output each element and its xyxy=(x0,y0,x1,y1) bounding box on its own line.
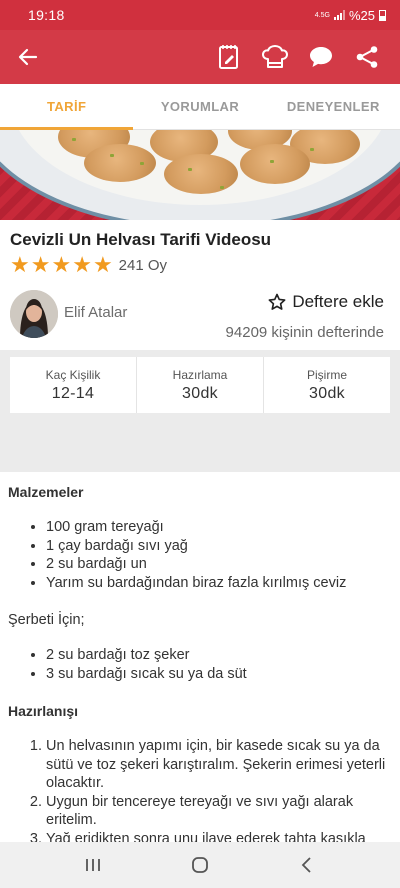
chef-hat-icon[interactable] xyxy=(252,35,298,79)
recipe-title: Cevizli Un Helvası Tarifi Videosu xyxy=(10,230,272,249)
list-item: Yağ eridikten sonra unu ilave ederek tah… xyxy=(46,830,392,843)
meta-value: 12-14 xyxy=(51,384,95,402)
add-to-notebook-label: Deftere ekle xyxy=(292,292,384,311)
add-to-notebook-button[interactable]: Deftere ekle xyxy=(268,292,384,312)
steps-heading: Hazırlanışı xyxy=(8,703,79,719)
meta-cook-time: Pişirme 30dk xyxy=(264,357,390,413)
status-time: 19:18 xyxy=(28,7,65,23)
star-icon: ★ xyxy=(92,252,113,277)
home-icon[interactable] xyxy=(180,845,220,885)
rating[interactable]: ★ ★ ★ ★ ★ 241 Oy xyxy=(10,254,167,276)
meta-label: Pişirme xyxy=(306,367,347,382)
pistachio-sprinkle xyxy=(310,148,314,151)
ingredients-list: 100 gram tereyağı 1 çay bardağı sıvı yağ… xyxy=(8,518,392,592)
tab-deneyenler[interactable]: DENEYENLER xyxy=(267,84,400,129)
star-icon: ★ xyxy=(10,252,30,277)
share-icon[interactable] xyxy=(344,35,390,79)
list-item: 2 su bardağı un xyxy=(46,555,392,574)
star-outline-icon xyxy=(268,293,286,310)
list-item: Uygun bir tencereye tereyağı ve sıvı yağ… xyxy=(46,793,392,830)
back-arrow-icon[interactable] xyxy=(10,39,46,75)
syrup-heading: Şerbeti İçin; xyxy=(8,612,85,628)
pistachio-sprinkle xyxy=(220,186,224,189)
recipe-meta-card: Kaç Kişilik 12-14 Hazırlama 30dk Pişirme… xyxy=(10,357,390,413)
list-item: Yarım su bardağından biraz fazla kırılmı… xyxy=(46,574,392,593)
ingredients-heading: Malzemeler xyxy=(8,484,84,500)
notebook-count: 94209 kişinin defterinde xyxy=(225,324,384,341)
signal-icon xyxy=(333,10,345,20)
recipe-tabs: TARİF YORUMLAR DENEYENLER xyxy=(0,84,400,130)
meta-servings: Kaç Kişilik 12-14 xyxy=(10,357,137,413)
pistachio-sprinkle xyxy=(270,160,274,163)
recipe-info-card: Cevizli Un Helvası Tarifi Videosu ★ ★ ★ … xyxy=(0,220,400,350)
battery-icon xyxy=(379,9,386,21)
chat-bubble-icon[interactable] xyxy=(298,35,344,79)
system-icons: 4.5G %25 xyxy=(315,8,386,23)
app-toolbar xyxy=(0,30,400,84)
meta-prep-time: Hazırlama 30dk xyxy=(137,357,264,413)
halva-piece xyxy=(164,154,238,194)
meta-label: Kaç Kişilik xyxy=(45,367,101,382)
list-item: 1 çay bardağı sıvı yağ xyxy=(46,537,392,556)
list-item: Un helvasının yapımı için, bir kasede sı… xyxy=(46,737,392,793)
meta-value: 30dk xyxy=(182,384,218,402)
recipe-content: Malzemeler 100 gram tereyağı 1 çay barda… xyxy=(0,472,400,842)
pistachio-sprinkle xyxy=(72,138,76,141)
list-item: 2 su bardağı toz şeker xyxy=(46,646,392,665)
tab-tarif[interactable]: TARİF xyxy=(0,84,134,130)
pistachio-sprinkle xyxy=(188,168,192,171)
pistachio-sprinkle xyxy=(110,154,114,157)
halva-piece xyxy=(84,144,156,182)
star-icon: ★ xyxy=(51,252,72,277)
halva-piece xyxy=(240,144,310,184)
system-nav-bar xyxy=(0,842,400,888)
status-bar: 19:18 4.5G %25 xyxy=(0,0,400,30)
star-icon: ★ xyxy=(30,252,51,277)
network-type: 4.5G xyxy=(314,11,330,19)
list-item: 3 su bardağı sıcak su ya da süt xyxy=(46,665,392,684)
star-icon: ★ xyxy=(72,252,92,277)
author-avatar[interactable] xyxy=(10,290,58,338)
back-icon[interactable] xyxy=(287,845,327,885)
author-name[interactable]: Elif Atalar xyxy=(64,304,127,321)
pistachio-sprinkle xyxy=(140,162,144,165)
meta-value: 30dk xyxy=(309,384,345,402)
steps-list: Un helvasının yapımı için, bir kasede sı… xyxy=(8,737,392,842)
syrup-list: 2 su bardağı toz şeker 3 su bardağı sıca… xyxy=(8,646,392,683)
recipe-hero-image xyxy=(0,130,400,220)
battery-level: %25 xyxy=(348,7,375,23)
tab-yorumlar[interactable]: YORUMLAR xyxy=(133,84,266,129)
vote-count: 241 Oy xyxy=(118,256,168,274)
recent-apps-icon[interactable] xyxy=(73,845,113,885)
list-item: 100 gram tereyağı xyxy=(46,518,392,537)
meta-label: Hazırlama xyxy=(172,367,228,382)
notebook-edit-icon[interactable] xyxy=(206,35,252,79)
